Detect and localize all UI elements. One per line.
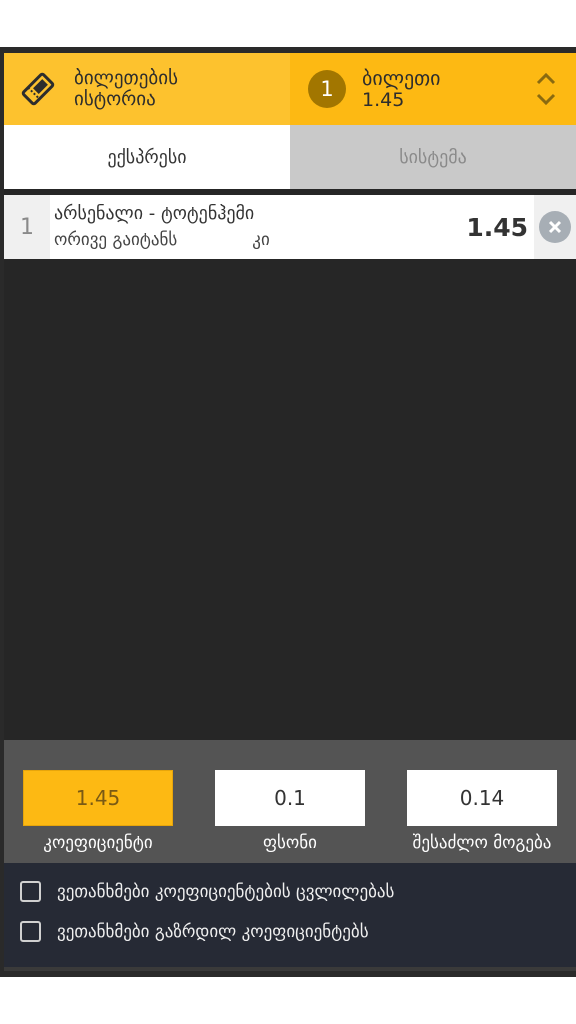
slip-total-odds: 1.45 bbox=[362, 89, 405, 111]
tab-express[interactable]: ექსპრესი bbox=[4, 125, 290, 189]
bet-index: 1 bbox=[4, 195, 50, 259]
close-icon bbox=[539, 211, 571, 243]
history-label-line1: ბილეთების bbox=[74, 67, 178, 89]
collapse-chevron-icon[interactable] bbox=[534, 69, 558, 109]
bet-info: არსენალი - ტოტენჰემი ორივე გაიტანს კი bbox=[50, 195, 454, 259]
remove-bet-button[interactable] bbox=[534, 195, 576, 259]
ticket-icon bbox=[18, 69, 58, 109]
accept-raised-odds-label: ვეთანხმები გაზრდილ კოეფიციენტებს bbox=[57, 921, 369, 942]
stake-label: ფსონი bbox=[263, 833, 317, 853]
possible-win-box: 0.14 bbox=[407, 770, 557, 826]
bet-type-tabs: ექსპრესი სისტემა bbox=[4, 125, 576, 189]
odds-label: კოეფიციენტი bbox=[43, 833, 153, 853]
accept-odds-change-checkbox[interactable] bbox=[20, 881, 41, 902]
ticket-history-label: ბილეთების ისტორია bbox=[74, 68, 178, 110]
bet-item: 1 არსენალი - ტოტენჰემი ორივე გაიტანს კი … bbox=[4, 195, 576, 259]
stake-amount-box[interactable]: 0.1 bbox=[215, 770, 365, 826]
ticket-history-button[interactable]: ბილეთების ისტორია bbox=[4, 53, 290, 125]
total-odds-box[interactable]: 1.45 bbox=[23, 770, 173, 826]
slip-title: ბილეთი bbox=[362, 66, 441, 90]
bet-match-name: არსენალი - ტოტენჰემი bbox=[54, 203, 255, 224]
stake-area: 1.45 0.1 0.14 კოეფიციენტი ფსონი შესაძლო … bbox=[4, 740, 576, 863]
bet-slip-screen: ბილეთების ისტორია 1 ბილეთი 1.45 ექსპრესი… bbox=[0, 47, 576, 977]
possible-win-label: შესაძლო მოგება bbox=[412, 833, 552, 853]
tab-system[interactable]: სისტემა bbox=[290, 125, 576, 189]
accept-raised-odds-option[interactable]: ვეთანხმები გაზრდილ კოეფიციენტებს bbox=[20, 921, 369, 942]
accept-raised-odds-checkbox[interactable] bbox=[20, 921, 41, 942]
bet-market: ორივე გაიტანს bbox=[54, 230, 178, 250]
agreements-area: ვეთანხმები კოეფიციენტების ცვლილებას ვეთა… bbox=[4, 863, 576, 967]
accept-odds-change-option[interactable]: ვეთანხმები კოეფიციენტების ცვლილებას bbox=[20, 881, 394, 902]
bet-slip-panel: ბილეთების ისტორია 1 ბილეთი 1.45 ექსპრესი… bbox=[4, 53, 576, 971]
header: ბილეთების ისტორია 1 ბილეთი 1.45 bbox=[4, 53, 576, 125]
bet-slip-toggle[interactable]: 1 ბილეთი 1.45 bbox=[290, 53, 576, 125]
accept-odds-change-label: ვეთანხმები კოეფიციენტების ცვლილებას bbox=[57, 881, 395, 902]
bet-pick: კი bbox=[252, 230, 270, 250]
history-label-line2: ისტორია bbox=[74, 88, 156, 110]
bet-count-badge: 1 bbox=[308, 70, 346, 108]
slip-summary: ბილეთი 1.45 bbox=[362, 67, 441, 111]
bottom-bar bbox=[4, 967, 576, 971]
bet-market-line: ორივე გაიტანს კი bbox=[54, 227, 454, 253]
bet-odd: 1.45 bbox=[466, 212, 528, 242]
